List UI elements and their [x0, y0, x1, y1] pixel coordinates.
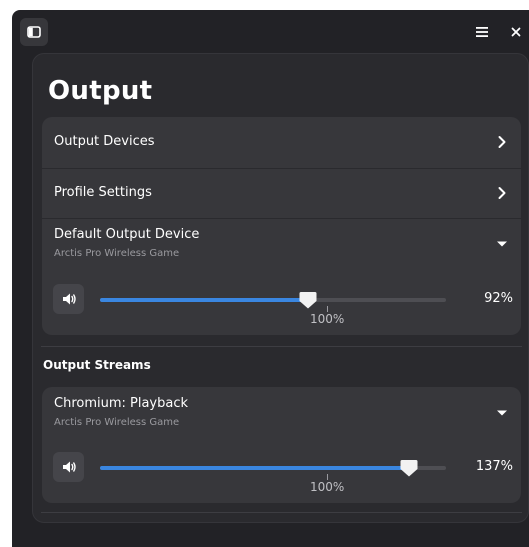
- default-device-label: Default Output Device: [54, 227, 200, 242]
- header-bar: [12, 10, 529, 54]
- slider-mark-label: 100%: [310, 312, 345, 326]
- chevron-down-icon: [497, 410, 507, 416]
- stream-volume-row: 100% 137%: [42, 448, 521, 494]
- chevron-down-icon: [497, 241, 507, 247]
- slider-handle[interactable]: [298, 290, 318, 310]
- speaker-icon: [62, 293, 76, 305]
- speaker-icon: [62, 461, 76, 473]
- divider: [41, 512, 522, 513]
- chevron-right-icon: [498, 187, 506, 199]
- volume-percent: 137%: [475, 459, 513, 474]
- close-window-button[interactable]: [502, 18, 529, 46]
- default-output-device-row[interactable]: Default Output Device Arctis Pro Wireles…: [42, 218, 521, 270]
- stream-label: Chromium: Playback: [54, 396, 189, 411]
- stream-card: Chromium: Playback Arctis Pro Wireless G…: [42, 387, 521, 503]
- mute-button[interactable]: [53, 452, 84, 482]
- stream-subtitle: Arctis Pro Wireless Game: [54, 417, 180, 428]
- app-window: Output Output Devices Profile Settings D…: [12, 10, 529, 547]
- output-streams-heading: Output Streams: [43, 358, 151, 372]
- profile-settings-row[interactable]: Profile Settings: [42, 168, 521, 219]
- slider-handle[interactable]: [399, 458, 419, 478]
- profile-settings-label: Profile Settings: [54, 185, 152, 200]
- chevron-right-icon: [498, 136, 506, 148]
- output-page: Output Output Devices Profile Settings D…: [32, 53, 529, 523]
- output-devices-row[interactable]: Output Devices: [42, 117, 521, 169]
- volume-slider[interactable]: [100, 292, 446, 309]
- volume-percent: 92%: [484, 291, 513, 306]
- sidebar-toggle-icon: [27, 26, 41, 38]
- page-title: Output: [48, 76, 153, 106]
- sidebar-toggle-button[interactable]: [20, 18, 48, 46]
- mute-button[interactable]: [53, 284, 84, 314]
- volume-slider[interactable]: [100, 460, 446, 477]
- close-icon: [511, 27, 521, 37]
- slider-mark-label: 100%: [310, 480, 345, 494]
- default-device-volume-row: 100% 92%: [42, 280, 521, 326]
- main-menu-button[interactable]: [468, 18, 496, 46]
- output-devices-label: Output Devices: [54, 134, 155, 149]
- default-device-subtitle: Arctis Pro Wireless Game: [54, 248, 180, 259]
- slider-fill: [100, 466, 409, 470]
- hamburger-menu-icon: [476, 27, 488, 37]
- divider: [41, 346, 522, 347]
- output-device-card: Output Devices Profile Settings Default …: [42, 117, 521, 335]
- stream-row[interactable]: Chromium: Playback Arctis Pro Wireless G…: [42, 387, 521, 439]
- slider-fill: [100, 298, 308, 302]
